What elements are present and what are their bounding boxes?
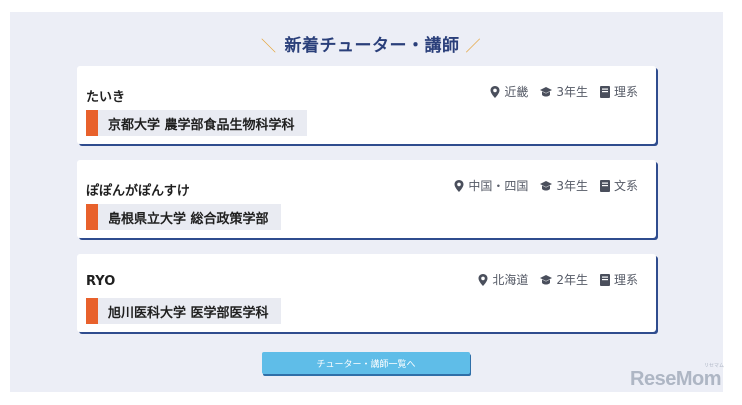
tutor-region: 北海道 <box>492 273 529 287</box>
location-pin-icon <box>454 179 464 192</box>
tutor-name: RYO <box>86 274 116 289</box>
tutor-school-text: 旭川医科大学 医学部医学科 <box>108 305 269 321</box>
school-accent-bar <box>86 204 98 230</box>
tutor-region: 近畿 <box>504 85 529 99</box>
tutor-school-text: 島根県立大学 総合政策学部 <box>108 211 269 227</box>
resemom-logo: ReseMom <box>630 368 721 390</box>
tutor-grade: 3年生 <box>556 179 588 193</box>
tutor-field: 理系 <box>613 85 638 99</box>
tutor-field: 理系 <box>613 273 638 287</box>
location-pin-icon <box>478 273 488 286</box>
tutor-meta: 北海道 2年生 理系 <box>478 271 638 288</box>
tutor-name: たいき <box>86 90 126 105</box>
book-icon <box>599 85 610 98</box>
title-deco-left: ＼ <box>260 37 277 55</box>
tutor-list-button[interactable]: チューター・講師一覧へ <box>262 352 470 374</box>
graduation-cap-icon <box>540 274 553 284</box>
section-title-text: 新着チューター・講師 <box>284 36 460 56</box>
section-title: ＼ 新着チューター・講師 ／ <box>0 31 742 56</box>
location-pin-icon <box>490 85 500 98</box>
tutor-school: 京都大学 農学部食品生物科学科 <box>86 110 307 136</box>
graduation-cap-icon <box>540 86 553 96</box>
tutor-card[interactable]: ぽぽんがぽんすけ 中国・四国 3年生 文系 島根県立大学 総合政策学部 <box>77 160 656 238</box>
graduation-cap-icon <box>540 180 553 190</box>
school-accent-bar <box>86 298 98 324</box>
school-accent-bar <box>86 110 98 136</box>
tutor-field: 文系 <box>613 179 638 193</box>
tutor-meta: 近畿 3年生 理系 <box>490 83 638 100</box>
tutor-region: 中国・四国 <box>468 179 529 193</box>
book-icon <box>599 179 610 192</box>
tutor-name: ぽぽんがぽんすけ <box>86 184 190 199</box>
tutor-meta: 中国・四国 3年生 文系 <box>454 177 638 194</box>
tutor-school-text: 京都大学 農学部食品生物科学科 <box>108 117 295 133</box>
book-icon <box>599 273 610 286</box>
tutor-grade: 3年生 <box>556 85 588 99</box>
tutor-card[interactable]: RYO 北海道 2年生 理系 旭川医科大学 医学部医学科 <box>77 254 656 332</box>
tutor-school: 島根県立大学 総合政策学部 <box>86 204 281 230</box>
tutor-card[interactable]: たいき 近畿 3年生 理系 京都大学 農学部食品生物科学科 <box>77 66 656 144</box>
tutor-school: 旭川医科大学 医学部医学科 <box>86 298 281 324</box>
title-deco-right: ／ <box>465 37 482 55</box>
tutor-grade: 2年生 <box>556 273 588 287</box>
